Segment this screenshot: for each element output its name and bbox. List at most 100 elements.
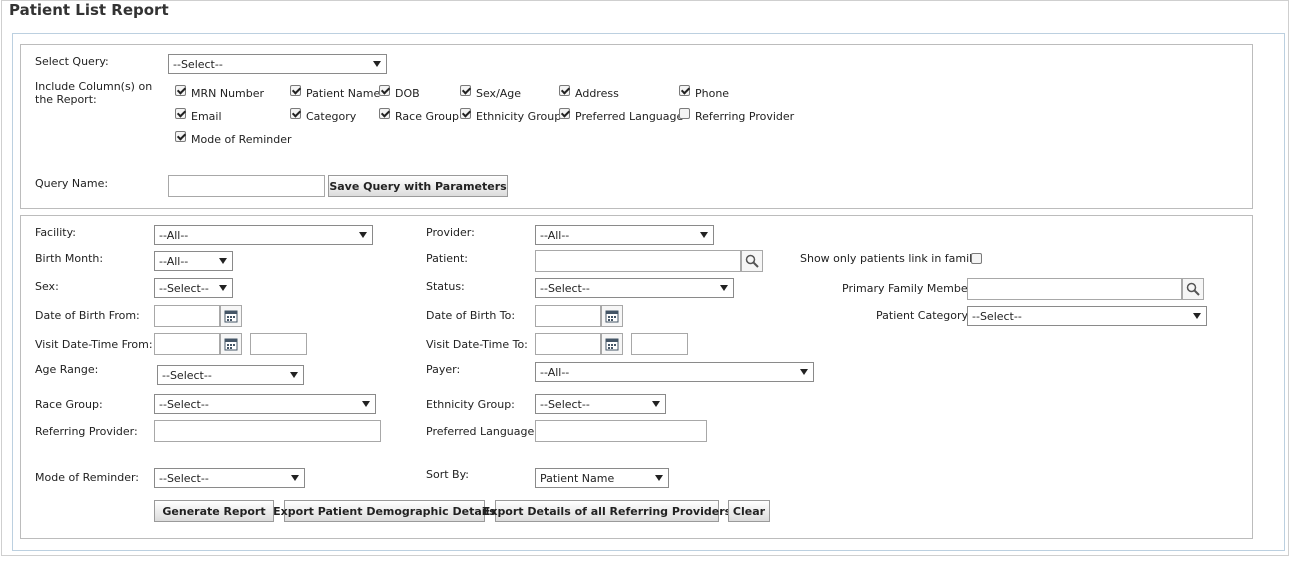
checkbox-ethnicity-group[interactable] — [460, 108, 471, 119]
primary-family-input[interactable] — [967, 278, 1182, 300]
visit-from-calendar-button[interactable] — [220, 333, 242, 355]
query-name-input[interactable] — [168, 175, 325, 197]
patient-search-button[interactable] — [741, 250, 763, 272]
status-dropdown[interactable]: --Select-- — [535, 278, 734, 298]
sex-dropdown[interactable]: --Select-- — [154, 278, 233, 298]
sex-value: --Select-- — [159, 282, 209, 295]
checkbox-sex-age[interactable] — [460, 85, 471, 96]
export-referring-providers-button[interactable]: Export Details of all Referring Provider… — [483, 500, 731, 522]
preferred-language-label: Preferred Language: — [426, 425, 538, 438]
chevron-down-icon — [655, 475, 663, 481]
column-label-category: Category — [306, 110, 357, 123]
clear-button[interactable]: Clear — [728, 500, 770, 522]
checkbox-mrn-number[interactable] — [175, 85, 186, 96]
chevron-down-icon — [720, 285, 728, 291]
ethnicity-group-dropdown[interactable]: --Select-- — [535, 394, 666, 414]
mode-of-reminder-value: --Select-- — [159, 472, 209, 485]
chevron-down-icon — [1193, 313, 1201, 319]
primary-family-search-button[interactable] — [1182, 278, 1204, 300]
checkbox-patient-name[interactable] — [290, 85, 301, 96]
chevron-down-icon — [359, 232, 367, 238]
dob-from-calendar-button[interactable] — [220, 305, 242, 327]
sort-by-value: Patient Name — [540, 472, 615, 485]
checkbox-category[interactable] — [290, 108, 301, 119]
visit-to-date-input[interactable] — [535, 333, 601, 355]
visit-to-label: Visit Date-Time To: — [426, 338, 528, 351]
checkbox-email[interactable] — [175, 108, 186, 119]
report-container: Patient List Report Select Query: --Sele… — [1, 0, 1289, 556]
column-label-mrn-number: MRN Number — [191, 87, 265, 100]
chevron-down-icon — [700, 232, 708, 238]
checkbox-preferred-language[interactable] — [559, 108, 570, 119]
sort-by-dropdown[interactable]: Patient Name — [535, 468, 669, 488]
mode-of-reminder-dropdown[interactable]: --Select-- — [154, 468, 305, 488]
visit-from-label: Visit Date-Time From: — [35, 338, 153, 351]
race-group-label: Race Group: — [35, 398, 103, 411]
include-columns-label: Include Column(s) on the Report: — [35, 80, 153, 106]
status-label: Status: — [426, 280, 465, 293]
provider-value: --All-- — [540, 229, 570, 242]
payer-value: --All-- — [540, 366, 570, 379]
race-group-dropdown[interactable]: --Select-- — [154, 394, 376, 414]
visit-from-time-input[interactable] — [250, 333, 307, 355]
column-label-preferred-language: Preferred Language — [575, 110, 684, 123]
ethnicity-group-value: --Select-- — [540, 398, 590, 411]
sex-label: Sex: — [35, 280, 59, 293]
age-range-label: Age Range: — [35, 363, 99, 376]
calendar-icon — [224, 310, 238, 323]
patient-category-value: --Select-- — [972, 310, 1022, 323]
patient-input[interactable] — [535, 250, 741, 272]
calendar-icon — [224, 338, 238, 351]
chevron-down-icon — [373, 61, 381, 67]
column-label-phone: Phone — [695, 87, 730, 100]
column-label-address: Address — [575, 87, 619, 100]
column-label-mode-of-reminder: Mode of Reminder — [191, 133, 292, 146]
calendar-icon — [605, 310, 619, 323]
birth-month-dropdown[interactable]: --All-- — [154, 251, 233, 271]
facility-label: Facility: — [35, 226, 77, 239]
chevron-down-icon — [219, 258, 227, 264]
chevron-down-icon — [362, 401, 370, 407]
checkbox-address[interactable] — [559, 85, 570, 96]
dob-from-input[interactable] — [154, 305, 220, 327]
primary-family-label: Primary Family Member: — [842, 282, 976, 295]
save-query-button[interactable]: Save Query with Parameters — [328, 175, 508, 197]
select-query-label: Select Query: — [35, 55, 109, 68]
dob-to-calendar-button[interactable] — [601, 305, 623, 327]
mode-of-reminder-label: Mode of Reminder: — [35, 471, 140, 484]
show-family-checkbox[interactable] — [971, 253, 982, 264]
dob-to-input[interactable] — [535, 305, 601, 327]
checkbox-phone[interactable] — [679, 85, 690, 96]
select-query-dropdown[interactable]: --Select-- — [168, 54, 387, 74]
export-demographics-button[interactable]: Export Patient Demographic Details — [273, 500, 496, 522]
chevron-down-icon — [291, 475, 299, 481]
preferred-language-input[interactable] — [535, 420, 707, 442]
checkbox-mode-of-reminder[interactable] — [175, 131, 186, 142]
column-label-referring-provider: Referring Provider — [695, 110, 795, 123]
visit-to-time-input[interactable] — [631, 333, 688, 355]
column-label-dob: DOB — [395, 87, 420, 100]
page-title: Patient List Report — [9, 1, 169, 19]
chevron-down-icon — [290, 372, 298, 378]
provider-dropdown[interactable]: --All-- — [535, 225, 714, 245]
payer-dropdown[interactable]: --All-- — [535, 362, 814, 382]
referring-provider-input[interactable] — [154, 420, 381, 442]
checkbox-race-group[interactable] — [379, 108, 390, 119]
age-range-dropdown[interactable]: --Select-- — [157, 365, 304, 385]
calendar-icon — [605, 338, 619, 351]
chevron-down-icon — [652, 401, 660, 407]
dob-to-label: Date of Birth To: — [426, 309, 516, 322]
chevron-down-icon — [219, 285, 227, 291]
provider-label: Provider: — [426, 226, 475, 239]
facility-dropdown[interactable]: --All-- — [154, 225, 373, 245]
patient-category-dropdown[interactable]: --Select-- — [967, 306, 1207, 326]
checkbox-dob[interactable] — [379, 85, 390, 96]
visit-from-date-input[interactable] — [154, 333, 220, 355]
query-section: Select Query: --Select-- Include Column(… — [20, 44, 1253, 209]
checkbox-referring-provider[interactable] — [679, 108, 690, 119]
chevron-down-icon — [800, 369, 808, 375]
column-label-patient-name: Patient Name — [306, 87, 381, 100]
visit-to-calendar-button[interactable] — [601, 333, 623, 355]
dob-from-label: Date of Birth From: — [35, 309, 140, 322]
generate-report-button[interactable]: Generate Report — [154, 500, 274, 522]
